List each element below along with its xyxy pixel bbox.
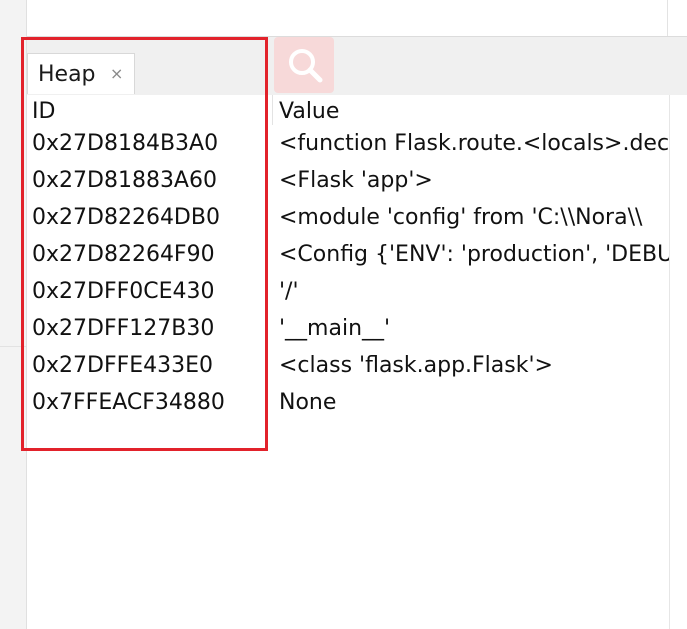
column-header-id[interactable]: ID [32, 99, 55, 124]
row-value-cell: '__main__' [279, 316, 391, 341]
row-value-cell: '/' [279, 279, 299, 304]
search-icon [289, 49, 323, 83]
row-value-cell: <Config {'ENV': 'production', 'DEBU [279, 242, 669, 267]
top-editor-area [27, 0, 687, 36]
search-button[interactable] [274, 37, 334, 93]
row-id-cell: 0x27DFF127B30 [32, 316, 215, 341]
column-header-value[interactable]: Value [279, 99, 339, 124]
row-value-cell: <module 'config' from 'C:\\Nora\\ [279, 205, 643, 230]
left-side-panel [0, 0, 27, 629]
tab-heap[interactable]: Heap × [27, 53, 135, 94]
row-value-cell: None [279, 390, 337, 415]
row-id-cell: 0x27D82264F90 [32, 242, 215, 267]
tab-strip: Heap × [27, 37, 687, 95]
row-id-cell: 0x27D82264DB0 [32, 205, 220, 230]
row-value-cell: <Flask 'app'> [279, 168, 433, 193]
table-row[interactable]: 0x27D82264DB0 <module 'config' from 'C:\… [27, 203, 669, 240]
heap-table: ID Value 0x27D8184B3A0 <function Flask.r… [27, 95, 669, 629]
vertical-scrollbar-track[interactable] [669, 95, 687, 629]
table-row[interactable]: 0x27DFF0CE430 '/' [27, 277, 669, 314]
table-row[interactable]: 0x27DFFE433E0 <class 'flask.app.Flask'> [27, 351, 669, 388]
top-area-divider [667, 0, 668, 36]
table-body: 0x27D8184B3A0 <function Flask.route.<loc… [27, 129, 669, 425]
row-id-cell: 0x27D8184B3A0 [32, 131, 219, 156]
app-window: Heap × ID Value 0x27D8184B3A0 <function … [0, 0, 687, 629]
row-id-cell: 0x27DFFE433E0 [32, 353, 214, 378]
row-id-cell: 0x7FFEACF34880 [32, 390, 225, 415]
table-row[interactable]: 0x7FFEACF34880 None [27, 388, 669, 425]
column-header-separator[interactable] [272, 95, 273, 125]
row-id-cell: 0x27DFF0CE430 [32, 279, 215, 304]
row-id-cell: 0x27D81883A60 [32, 168, 217, 193]
close-icon[interactable]: × [110, 64, 123, 83]
left-panel-divider [0, 346, 26, 347]
row-value-cell: <function Flask.route.<locals>.dec [279, 131, 669, 156]
row-value-cell: <class 'flask.app.Flask'> [279, 353, 553, 378]
table-row[interactable]: 0x27D81883A60 <Flask 'app'> [27, 166, 669, 203]
table-row[interactable]: 0x27D8184B3A0 <function Flask.route.<loc… [27, 129, 669, 166]
table-row[interactable]: 0x27D82264F90 <Config {'ENV': 'productio… [27, 240, 669, 277]
table-row[interactable]: 0x27DFF127B30 '__main__' [27, 314, 669, 351]
tab-heap-label: Heap [38, 62, 96, 87]
